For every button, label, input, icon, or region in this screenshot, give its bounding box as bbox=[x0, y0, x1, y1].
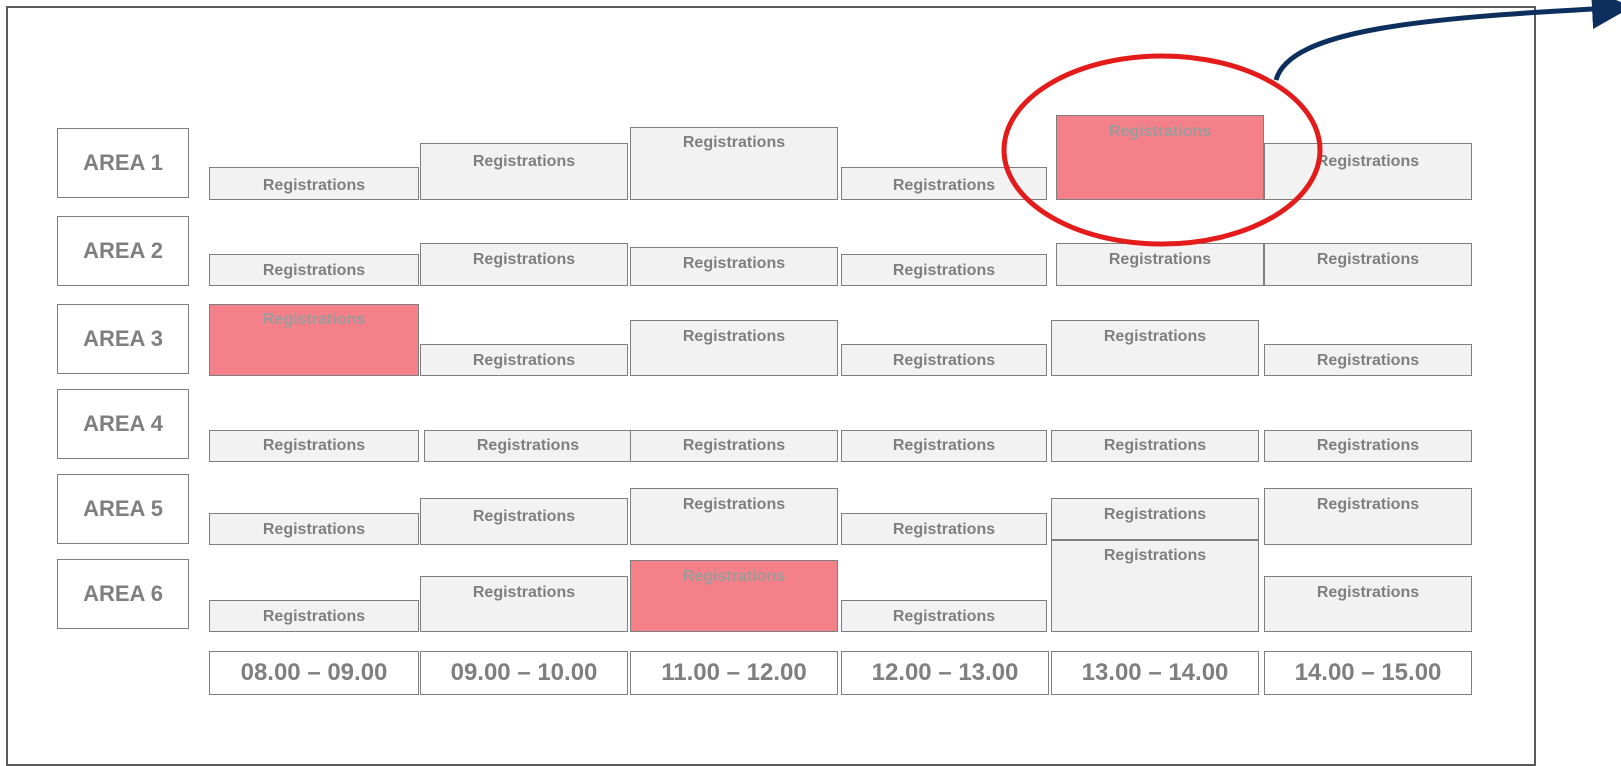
registration-block: Registrations bbox=[1051, 498, 1259, 540]
registration-block: Registrations bbox=[209, 513, 419, 545]
registration-block: Registrations bbox=[841, 513, 1047, 545]
registration-block: Registrations bbox=[1051, 430, 1259, 462]
time-slot-label: 08.00 – 09.00 bbox=[209, 651, 419, 695]
area-label-4: AREA 4 bbox=[57, 389, 189, 459]
time-slot-label: 14.00 – 15.00 bbox=[1264, 651, 1472, 695]
registration-block: Registrations bbox=[420, 243, 628, 286]
time-slot-label: 11.00 – 12.00 bbox=[630, 651, 838, 695]
time-slot-label: 09.00 – 10.00 bbox=[420, 651, 628, 695]
registration-block: Registrations bbox=[630, 127, 838, 200]
registration-block: Registrations bbox=[841, 600, 1047, 632]
area-label-6: AREA 6 bbox=[57, 559, 189, 629]
registration-block: Registrations bbox=[841, 254, 1047, 286]
registration-block-highlighted: Registrations bbox=[1056, 115, 1264, 200]
registration-block: Registrations bbox=[630, 247, 838, 286]
registration-block: Registrations bbox=[841, 167, 1047, 200]
registration-block: Registrations bbox=[209, 167, 419, 200]
registration-block: Registrations bbox=[1264, 488, 1472, 545]
registration-block: Registrations bbox=[1264, 143, 1472, 200]
registration-block-highlighted: Registrations bbox=[630, 560, 838, 632]
registration-block: Registrations bbox=[209, 254, 419, 286]
registration-block: Registrations bbox=[420, 498, 628, 545]
registration-block: Registrations bbox=[1051, 540, 1259, 632]
registration-block: Registrations bbox=[209, 430, 419, 462]
registration-block: Registrations bbox=[1056, 243, 1264, 286]
registration-block: Registrations bbox=[209, 600, 419, 632]
registration-block: Registrations bbox=[630, 488, 838, 545]
registration-block: Registrations bbox=[841, 430, 1047, 462]
area-label-1: AREA 1 bbox=[57, 128, 189, 198]
registration-block: Registrations bbox=[841, 344, 1047, 376]
registration-block-highlighted: Registrations bbox=[209, 304, 419, 376]
registration-block: Registrations bbox=[420, 344, 628, 376]
registration-block: Registrations bbox=[630, 430, 838, 462]
area-label-2: AREA 2 bbox=[57, 216, 189, 286]
registration-block: Registrations bbox=[1264, 430, 1472, 462]
registration-block: Registrations bbox=[1264, 344, 1472, 376]
registration-block: Registrations bbox=[1264, 243, 1472, 286]
area-label-5: AREA 5 bbox=[57, 474, 189, 544]
area-label-3: AREA 3 bbox=[57, 304, 189, 374]
registration-block: Registrations bbox=[420, 576, 628, 632]
registration-block: Registrations bbox=[420, 143, 628, 200]
registration-block: Registrations bbox=[1264, 576, 1472, 632]
registration-block: Registrations bbox=[1051, 320, 1259, 376]
registration-block: Registrations bbox=[424, 430, 632, 462]
registration-block: Registrations bbox=[630, 320, 838, 376]
time-slot-label: 12.00 – 13.00 bbox=[841, 651, 1049, 695]
time-slot-label: 13.00 – 14.00 bbox=[1051, 651, 1259, 695]
